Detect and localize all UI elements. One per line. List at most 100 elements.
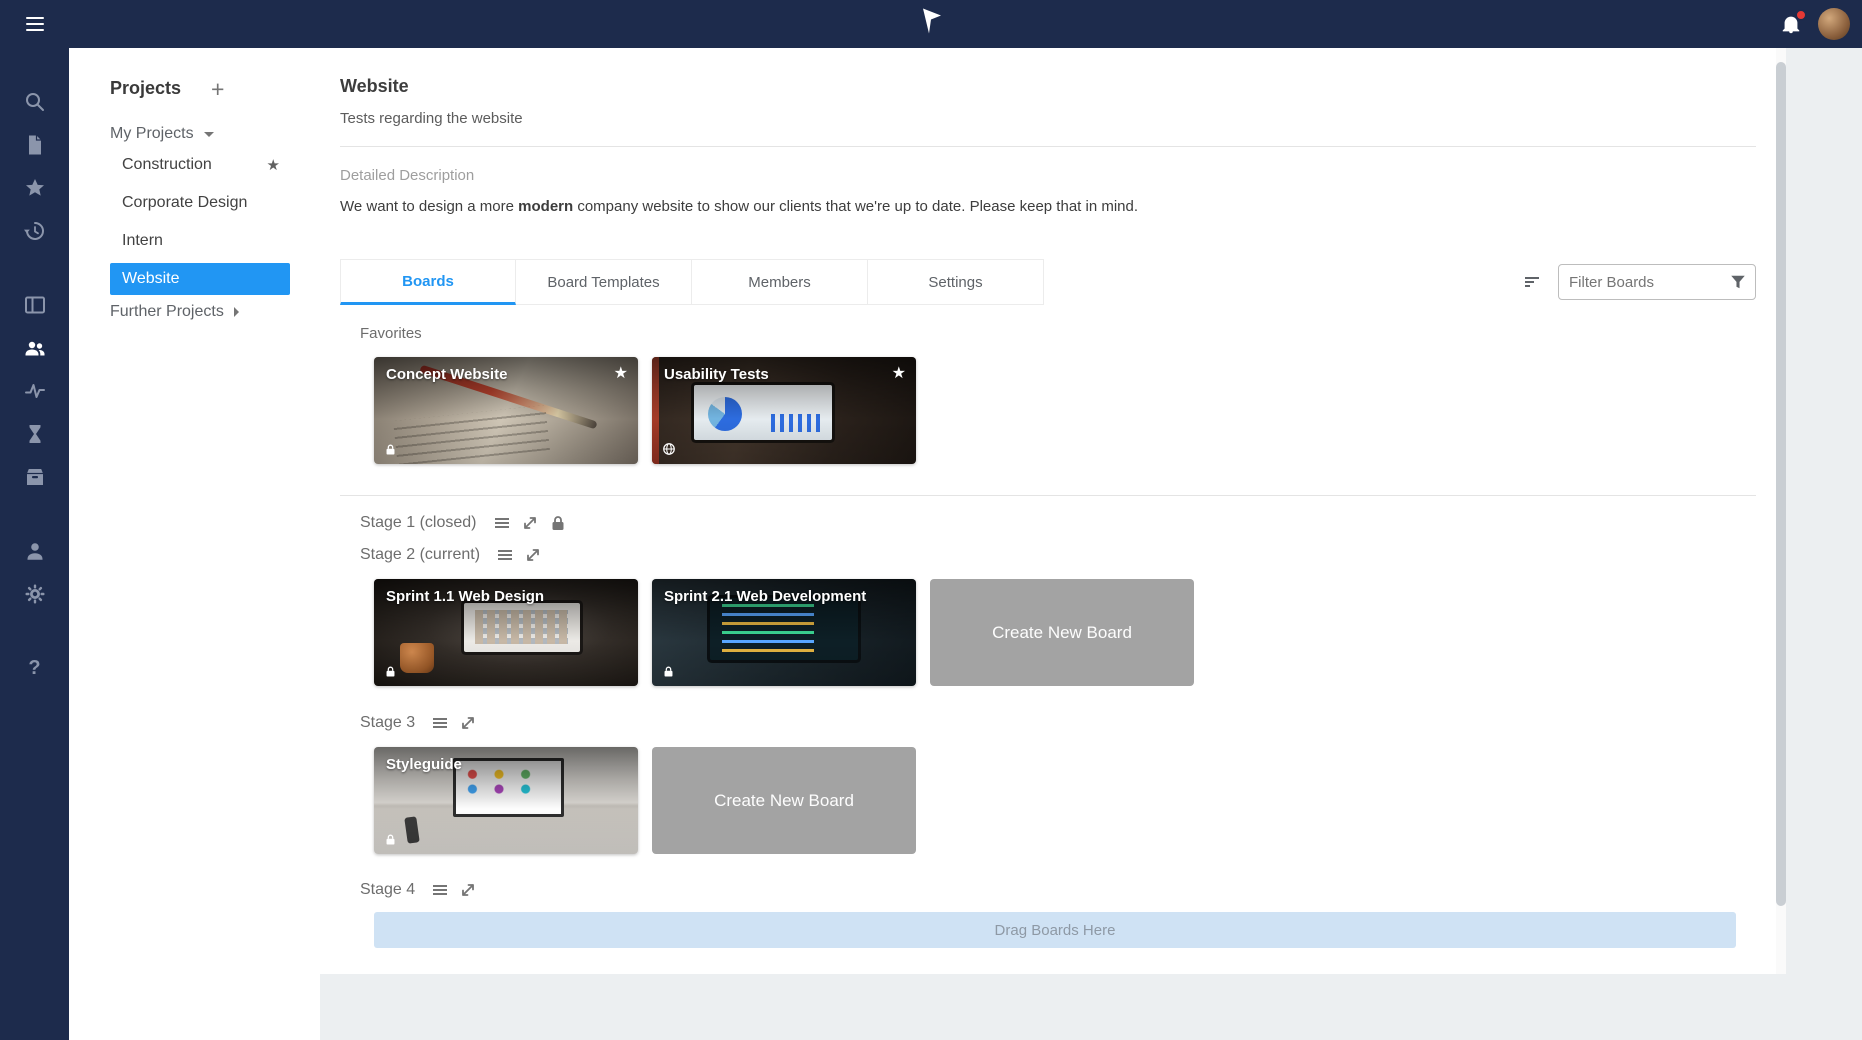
my-projects-label: My Projects bbox=[110, 125, 194, 143]
stage-1-header: Stage 1 (closed) bbox=[360, 514, 1736, 532]
drag-boards-drop-zone[interactable]: Drag Boards Here bbox=[374, 912, 1736, 948]
help-glyph: ? bbox=[28, 657, 40, 680]
profile-icon[interactable] bbox=[23, 539, 47, 563]
menu-icon[interactable] bbox=[0, 17, 69, 31]
icon-rail: ? bbox=[0, 48, 69, 1040]
project-list: Construction ★ Corporate Design Intern W… bbox=[69, 149, 320, 295]
board-star-icon[interactable]: ★ bbox=[892, 363, 906, 383]
lock-icon bbox=[384, 443, 397, 456]
project-item-corporate-design[interactable]: Corporate Design bbox=[110, 187, 290, 219]
notification-badge bbox=[1795, 9, 1807, 21]
stage-expand-icon[interactable] bbox=[459, 881, 477, 899]
board-card-sprint-2-1[interactable]: Sprint 2.1 Web Development bbox=[652, 579, 916, 686]
main-content: Website Tests regarding the website Deta… bbox=[320, 48, 1786, 974]
stage-menu-icon[interactable] bbox=[431, 881, 449, 899]
stage-label: Stage 4 bbox=[360, 881, 415, 899]
description-text: We want to design a more modern company … bbox=[340, 198, 1736, 215]
filter-boards-input[interactable] bbox=[1569, 274, 1727, 291]
project-item-label: Intern bbox=[122, 232, 163, 250]
hamburger-bars bbox=[26, 17, 44, 31]
scrollbar-thumb[interactable] bbox=[1776, 62, 1786, 906]
sort-icon[interactable] bbox=[1522, 272, 1542, 292]
history-icon[interactable] bbox=[23, 219, 47, 243]
divider bbox=[340, 146, 1756, 147]
stage-menu-icon[interactable] bbox=[496, 546, 514, 564]
help-icon[interactable]: ? bbox=[23, 656, 47, 680]
user-avatar[interactable] bbox=[1818, 8, 1850, 40]
board-title: Sprint 2.1 Web Development bbox=[664, 588, 866, 605]
description-post: company website to show our clients that… bbox=[573, 198, 1138, 215]
stage-expand-icon[interactable] bbox=[459, 714, 477, 732]
further-projects-group[interactable]: Further Projects bbox=[110, 303, 320, 321]
stage-3-header: Stage 3 bbox=[360, 714, 1736, 732]
board-title: Concept Website bbox=[386, 366, 507, 383]
time-tracking-icon[interactable] bbox=[23, 422, 47, 446]
team-icon[interactable] bbox=[23, 336, 47, 360]
my-projects-group[interactable]: My Projects bbox=[110, 125, 320, 143]
board-card-sprint-1-1[interactable]: Sprint 1.1 Web Design bbox=[374, 579, 638, 686]
projects-panel-header: Projects + bbox=[110, 78, 320, 99]
board-card-usability-tests[interactable]: Usability Tests ★ bbox=[652, 357, 916, 464]
chevron-right-icon bbox=[234, 307, 239, 317]
archive-icon[interactable] bbox=[23, 465, 47, 489]
stage-label: Stage 2 (current) bbox=[360, 546, 480, 564]
project-item-label: Website bbox=[122, 270, 180, 288]
tab-boards[interactable]: Boards bbox=[340, 259, 516, 305]
board-card-concept-website[interactable]: Concept Website ★ bbox=[374, 357, 638, 464]
description-bold: modern bbox=[518, 198, 573, 215]
app-logo-icon bbox=[918, 8, 944, 41]
star-icon[interactable]: ★ bbox=[267, 156, 280, 174]
favorites-label: Favorites bbox=[360, 325, 1736, 342]
board-star-icon[interactable]: ★ bbox=[614, 363, 628, 383]
project-item-label: Construction bbox=[122, 156, 212, 174]
board-title: Styleguide bbox=[386, 756, 462, 773]
documents-icon[interactable] bbox=[23, 133, 47, 157]
globe-icon bbox=[662, 442, 676, 456]
activity-icon[interactable] bbox=[23, 379, 47, 403]
search-icon[interactable] bbox=[23, 90, 47, 114]
boards-icon[interactable] bbox=[23, 293, 47, 317]
stage-menu-icon[interactable] bbox=[431, 714, 449, 732]
stage-expand-icon[interactable] bbox=[521, 514, 539, 532]
board-title: Usability Tests bbox=[664, 366, 769, 383]
description-pre: We want to design a more bbox=[340, 198, 518, 215]
settings-gear-icon[interactable] bbox=[23, 582, 47, 606]
board-card-styleguide[interactable]: Styleguide bbox=[374, 747, 638, 854]
projects-panel: Projects + My Projects Construction ★ Co… bbox=[69, 48, 320, 1040]
add-project-button[interactable]: + bbox=[211, 80, 224, 98]
stage-lock-icon[interactable] bbox=[549, 514, 567, 532]
divider bbox=[340, 495, 1756, 496]
projects-title: Projects bbox=[110, 78, 181, 99]
tabs: Boards Board Templates Members Settings bbox=[340, 259, 1044, 305]
notifications-bell-icon[interactable] bbox=[1780, 13, 1802, 35]
stage-menu-icon[interactable] bbox=[493, 514, 511, 532]
stage-label: Stage 1 (closed) bbox=[360, 514, 477, 532]
filter-group bbox=[1522, 264, 1756, 300]
description-label: Detailed Description bbox=[340, 167, 1736, 184]
lock-icon bbox=[384, 833, 397, 846]
funnel-filter-icon[interactable] bbox=[1729, 273, 1747, 291]
board-title: Sprint 1.1 Web Design bbox=[386, 588, 544, 605]
project-item-intern[interactable]: Intern bbox=[110, 225, 290, 257]
create-new-board-button[interactable]: Create New Board bbox=[930, 579, 1194, 686]
stage-expand-icon[interactable] bbox=[524, 546, 542, 564]
tab-board-templates[interactable]: Board Templates bbox=[516, 259, 692, 305]
stage-4-header: Stage 4 bbox=[360, 881, 1736, 899]
tab-members[interactable]: Members bbox=[692, 259, 868, 305]
topbar-actions bbox=[1780, 0, 1850, 48]
tab-settings[interactable]: Settings bbox=[868, 259, 1044, 305]
create-new-board-button[interactable]: Create New Board bbox=[652, 747, 916, 854]
filter-boards-field bbox=[1558, 264, 1756, 300]
tabs-row: Boards Board Templates Members Settings bbox=[340, 259, 1756, 305]
lock-icon bbox=[384, 665, 397, 678]
page-title: Website bbox=[340, 76, 1736, 97]
favorites-star-icon[interactable] bbox=[23, 176, 47, 200]
project-item-website[interactable]: Website bbox=[110, 263, 290, 295]
project-item-construction[interactable]: Construction ★ bbox=[110, 149, 290, 181]
page-subtitle: Tests regarding the website bbox=[340, 110, 1736, 127]
stage-label: Stage 3 bbox=[360, 714, 415, 732]
project-item-label: Corporate Design bbox=[122, 194, 247, 212]
lock-icon bbox=[662, 665, 675, 678]
stage-3-board-row: Styleguide Create New Board bbox=[374, 747, 1736, 854]
topbar bbox=[0, 0, 1862, 48]
